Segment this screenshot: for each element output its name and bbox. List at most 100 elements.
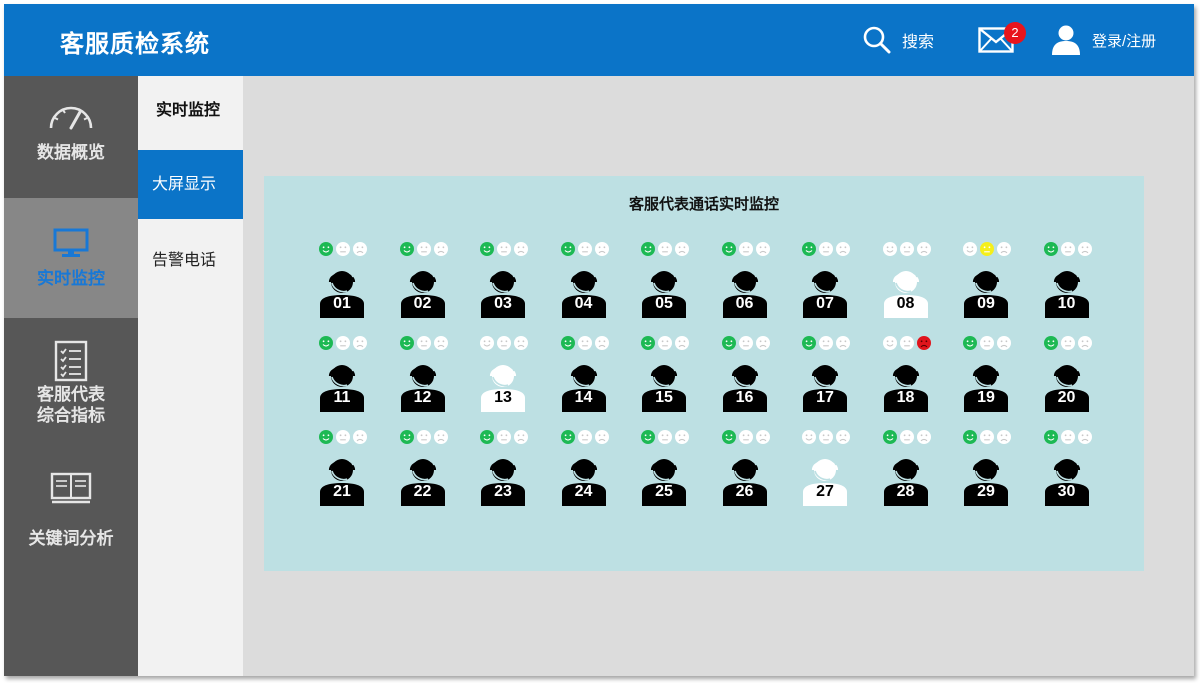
agent-card[interactable]: 16: [715, 334, 775, 424]
agent-card[interactable]: 12: [393, 334, 453, 424]
sidebar-item-label: 实时监控: [37, 269, 105, 288]
neutral-face-icon: [336, 336, 350, 350]
agent-number: 14: [574, 389, 593, 406]
agent-card[interactable]: 04: [554, 240, 614, 330]
happy-face-icon: [560, 336, 575, 350]
neutral-face-icon: [1060, 242, 1075, 256]
sidebar-item-agent-metrics[interactable]: 客服代表 综合指标: [4, 334, 138, 464]
login-register-button[interactable]: 登录/注册: [1052, 4, 1156, 76]
checklist-icon: [54, 340, 88, 382]
subnav-item-big-screen[interactable]: 大屏显示: [138, 150, 243, 219]
happy-face-icon: [399, 430, 414, 444]
agent-number: 26: [735, 483, 754, 500]
happy-face-icon: [963, 336, 977, 350]
agent-number: 30: [1057, 483, 1076, 500]
agent-card[interactable]: 21: [312, 428, 372, 518]
agent-card[interactable]: 06: [715, 240, 775, 330]
happy-face-icon: [560, 430, 575, 444]
agent-card[interactable]: 28: [876, 428, 936, 518]
agent-card[interactable]: 14: [554, 334, 614, 424]
app-window: 客服质检系统 搜索 2 登录/注册 数据概览 实时监控 客服代表 综合指标 关键…: [4, 4, 1194, 676]
neutral-face-icon: [819, 430, 833, 444]
happy-face-icon: [963, 242, 977, 256]
mood-indicators: [480, 242, 528, 256]
agent-number: 12: [413, 389, 432, 406]
mood-indicators: [319, 430, 367, 444]
sad-face-icon: [755, 336, 770, 350]
happy-face-icon: [882, 242, 897, 256]
neutral-face-icon: [658, 242, 672, 256]
sad-face-icon: [836, 242, 850, 256]
neutral-face-icon: [336, 242, 350, 256]
agent-number: 17: [816, 389, 834, 406]
neutral-face-icon: [899, 242, 914, 256]
mood-indicators: [399, 242, 448, 256]
agent-card[interactable]: 07: [795, 240, 855, 330]
mood-indicators: [882, 242, 931, 256]
happy-face-icon: [480, 242, 494, 256]
agent-card[interactable]: 13: [473, 334, 533, 424]
agent-card[interactable]: 22: [393, 428, 453, 518]
agent-card[interactable]: 29: [956, 428, 1016, 518]
mood-indicators: [641, 242, 689, 256]
agent-number: 23: [494, 483, 512, 500]
mood-indicators: [721, 242, 770, 256]
sidebar-item-data-overview[interactable]: 数据概览: [4, 76, 138, 196]
sidebar-item-keyword-analysis[interactable]: 关键词分析: [4, 466, 138, 566]
happy-face-icon: [641, 336, 655, 350]
mood-indicators: [882, 336, 931, 350]
neutral-face-icon: [738, 336, 753, 350]
agent-card[interactable]: 18: [876, 334, 936, 424]
app-title: 客服质检系统: [60, 31, 210, 58]
sad-face-icon: [514, 336, 528, 350]
mood-indicators: [1043, 430, 1092, 444]
agent-card[interactable]: 20: [1037, 334, 1097, 424]
sad-face-icon: [755, 242, 770, 256]
neutral-face-icon: [577, 242, 592, 256]
happy-face-icon: [802, 242, 816, 256]
agent-card[interactable]: 25: [634, 428, 694, 518]
mood-indicators: [882, 430, 931, 444]
sad-face-icon: [916, 242, 931, 256]
agent-card[interactable]: 15: [634, 334, 694, 424]
neutral-face-icon: [577, 430, 592, 444]
agent-card[interactable]: 26: [715, 428, 775, 518]
agent-card[interactable]: 19: [956, 334, 1016, 424]
panel-title: 客服代表通话实时监控: [628, 196, 779, 213]
search-button[interactable]: 搜索: [862, 4, 934, 76]
happy-face-icon: [560, 242, 575, 256]
sad-face-icon: [916, 336, 931, 350]
sad-face-icon: [594, 430, 609, 444]
agent-card[interactable]: 17: [795, 334, 855, 424]
agent-card[interactable]: 01: [312, 240, 372, 330]
agent-card[interactable]: 03: [473, 240, 533, 330]
sad-face-icon: [675, 242, 689, 256]
neutral-face-icon: [336, 430, 350, 444]
agent-card[interactable]: 05: [634, 240, 694, 330]
agent-card[interactable]: 23: [473, 428, 533, 518]
agent-card[interactable]: 24: [554, 428, 614, 518]
agent-number: 11: [333, 389, 351, 406]
mood-indicators: [480, 336, 528, 350]
neutral-face-icon: [416, 336, 431, 350]
agent-card[interactable]: 02: [393, 240, 453, 330]
sidebar-item-realtime-monitor[interactable]: 实时监控: [4, 198, 138, 318]
agent-card[interactable]: 09: [956, 240, 1016, 330]
sad-face-icon: [997, 242, 1011, 256]
agent-number: 24: [574, 483, 593, 500]
sidebar-item-label-line-2: 综合指标: [37, 406, 105, 425]
sad-face-icon: [514, 242, 528, 256]
agent-card[interactable]: 30: [1037, 428, 1097, 518]
agent-card[interactable]: 11: [312, 334, 372, 424]
neutral-face-icon: [899, 430, 914, 444]
agent-card[interactable]: 08: [876, 240, 936, 330]
mood-indicators: [1043, 242, 1092, 256]
neutral-face-icon: [1060, 430, 1075, 444]
sad-face-icon: [514, 430, 528, 444]
login-register-label: 登录/注册: [1092, 32, 1157, 50]
happy-face-icon: [641, 430, 655, 444]
agent-card[interactable]: 27: [795, 428, 855, 518]
agent-card[interactable]: 10: [1037, 240, 1097, 330]
messages-button[interactable]: 2: [978, 4, 1026, 76]
subnav-item-alert-calls[interactable]: 告警电话: [138, 226, 243, 295]
